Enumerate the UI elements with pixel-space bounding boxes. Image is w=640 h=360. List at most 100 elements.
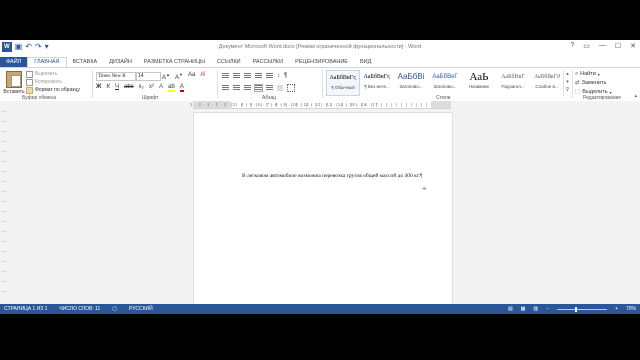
style-subtle-emphasis[interactable]: АаБбВвГд Слабое в... — [530, 70, 564, 96]
proofing-icon[interactable]: ▢ — [112, 304, 117, 314]
group-divider — [217, 70, 218, 98]
tab-mailings[interactable]: РАССЫЛКИ — [247, 57, 289, 67]
style-no-spacing[interactable]: АаБбВвГг, ¶ Без инте... — [360, 70, 394, 96]
tab-page-layout[interactable]: РАЗМЕТКА СТРАНИЦЫ — [138, 57, 211, 67]
zoom-in-icon[interactable]: + — [615, 304, 618, 314]
tab-references[interactable]: ССЫЛКИ — [211, 57, 247, 67]
increase-indent-icon[interactable] — [266, 73, 273, 79]
tab-review[interactable]: РЕЦЕНЗИРОВАНИЕ — [289, 57, 354, 67]
numbering-icon[interactable] — [233, 73, 240, 79]
borders-icon[interactable] — [287, 84, 295, 92]
title-bar: W ▣ ↶ ↷ ▾ Документ Microsoft Word.docx [… — [0, 40, 640, 57]
style-preview: АаБбВвГд — [534, 74, 560, 80]
decrease-indent-icon[interactable] — [255, 73, 262, 79]
style-name: ¶ Обычный — [331, 85, 355, 90]
align-left-icon[interactable] — [222, 85, 229, 91]
style-preview: АаБбВвГг, — [363, 74, 391, 80]
style-name: ¶ Без инте... — [364, 84, 390, 89]
tab-design[interactable]: ДИЗАЙН — [103, 57, 138, 67]
style-name: Название — [468, 84, 490, 89]
print-layout-icon[interactable]: ▦ — [521, 304, 526, 314]
style-name: Заголово... — [433, 84, 457, 89]
shading-icon[interactable] — [277, 85, 283, 91]
highlight-icon[interactable]: ab — [168, 84, 175, 92]
tab-home[interactable]: ГЛАВНАЯ — [27, 57, 67, 67]
format-painter-button[interactable]: Формат по образцу — [26, 86, 80, 94]
align-right-icon[interactable] — [244, 85, 251, 91]
chevron-down-icon: ▾ — [597, 72, 600, 77]
multilevel-list-icon[interactable] — [244, 73, 251, 79]
vertical-ruler[interactable] — [2, 111, 7, 301]
copy-label: Копировать — [35, 79, 62, 85]
sort-icon[interactable]: ↕ — [277, 73, 280, 79]
minimize-icon[interactable]: — — [599, 42, 606, 50]
style-subtitle[interactable]: АаБбВвГ Подзагол... — [496, 70, 530, 96]
copy-icon — [26, 78, 33, 86]
more-styles-icon[interactable]: ⊽ — [564, 86, 571, 94]
read-mode-icon[interactable]: ▤ — [508, 304, 513, 314]
document-page[interactable]: В легковом автомобиле возможна перевозка… — [193, 112, 453, 306]
subscript-icon[interactable]: x₂ — [139, 84, 144, 92]
editing-commands: ⌕ Найти ▾ ⇄ Заменить ⬚ Выделить ▾ — [575, 70, 612, 97]
zoom-out-icon[interactable]: − — [546, 304, 549, 314]
web-layout-icon[interactable]: ▥ — [533, 304, 538, 314]
cut-button[interactable]: Вырезать — [26, 70, 80, 78]
text-effects-icon[interactable]: A — [159, 84, 163, 92]
zoom-slider[interactable] — [557, 306, 608, 312]
strikethrough-icon[interactable]: abc — [124, 84, 134, 92]
chevron-up-icon[interactable]: ▴ — [564, 70, 571, 78]
font-size-select[interactable]: 14 — [136, 72, 161, 81]
zoom-level[interactable]: 70% — [626, 304, 636, 314]
justify-icon[interactable] — [254, 84, 263, 92]
show-marks-icon[interactable]: ¶ — [284, 73, 287, 79]
language[interactable]: РУССКИЙ — [129, 304, 153, 314]
style-heading-1[interactable]: АаБбВі Заголово... — [394, 70, 428, 96]
brush-icon — [26, 86, 33, 94]
document-paragraph[interactable]: В легковом автомобиле возможна перевозка… — [230, 173, 440, 180]
paragraph-align-buttons — [222, 84, 295, 92]
style-name: Слабое в... — [535, 84, 559, 89]
close-icon[interactable]: ✕ — [630, 42, 636, 50]
help-icon[interactable]: ? — [570, 42, 574, 50]
replace-button[interactable]: ⇄ Заменить — [575, 79, 612, 88]
style-normal[interactable]: АаБбВвГг, ¶ Обычный — [326, 70, 360, 96]
styles-scroll[interactable]: ▴ ▾ ⊽ — [563, 70, 571, 96]
group-divider — [322, 70, 323, 98]
clipboard-commands: Вырезать Копировать Формат по образцу — [26, 70, 80, 94]
italic-icon[interactable]: К — [106, 84, 110, 92]
copy-button[interactable]: Копировать — [26, 78, 80, 86]
bullets-icon[interactable] — [222, 73, 229, 79]
chevron-down-icon[interactable]: ▾ — [564, 78, 571, 86]
style-preview: АаБбВвГг, — [329, 75, 357, 81]
align-center-icon[interactable] — [233, 85, 240, 91]
ruler-numbers: 1 · 2 · 1 · 1 · 2 · 3 · 4 · 5 · 6 · 7 · … — [190, 102, 379, 107]
window-title: Документ Microsoft Word.docx [Режим огра… — [218, 44, 422, 50]
tab-file[interactable]: ФАЙЛ — [0, 57, 28, 67]
page-count[interactable]: СТРАНИЦА 1 ИЗ 1 — [4, 304, 47, 314]
group-divider — [572, 70, 573, 98]
style-title[interactable]: АаЬ Название — [462, 70, 496, 96]
zoom-slider-thumb[interactable] — [574, 306, 577, 312]
clear-formatting-icon[interactable]: A̸ — [200, 72, 204, 81]
bold-icon[interactable]: Ж — [96, 84, 101, 92]
word-count[interactable]: ЧИСЛО СЛОВ: 11 — [59, 304, 100, 314]
line-spacing-icon[interactable] — [266, 85, 273, 91]
font-color-icon[interactable]: A — [179, 84, 184, 92]
ribbon-home: Вставить Вырезать Копировать Формат по о… — [0, 67, 640, 102]
ribbon-display-icon[interactable]: ▭ — [583, 42, 590, 50]
collapse-ribbon-icon[interactable]: ▴ — [634, 93, 637, 99]
grow-font-icon[interactable]: A▲ — [162, 72, 170, 81]
superscript-icon[interactable]: x² — [149, 84, 154, 92]
clipboard-icon — [6, 71, 22, 88]
change-case-icon[interactable]: Aa — [188, 72, 195, 81]
maximize-icon[interactable]: ☐ — [615, 42, 621, 50]
paste-button[interactable]: Вставить — [3, 71, 25, 95]
font-name-select[interactable]: Times New R — [96, 72, 136, 81]
font-format-buttons: Ж К Ч abc x₂ x² A ab A — [96, 84, 184, 92]
style-heading-2[interactable]: АаБбВеГ Заголово... — [428, 70, 462, 96]
shrink-font-icon[interactable]: A▼ — [175, 72, 183, 81]
find-button[interactable]: ⌕ Найти ▾ — [575, 70, 612, 79]
tab-insert[interactable]: ВСТАВКА — [67, 57, 104, 67]
tab-view[interactable]: ВИД — [354, 57, 377, 67]
underline-icon[interactable]: Ч — [115, 84, 119, 92]
